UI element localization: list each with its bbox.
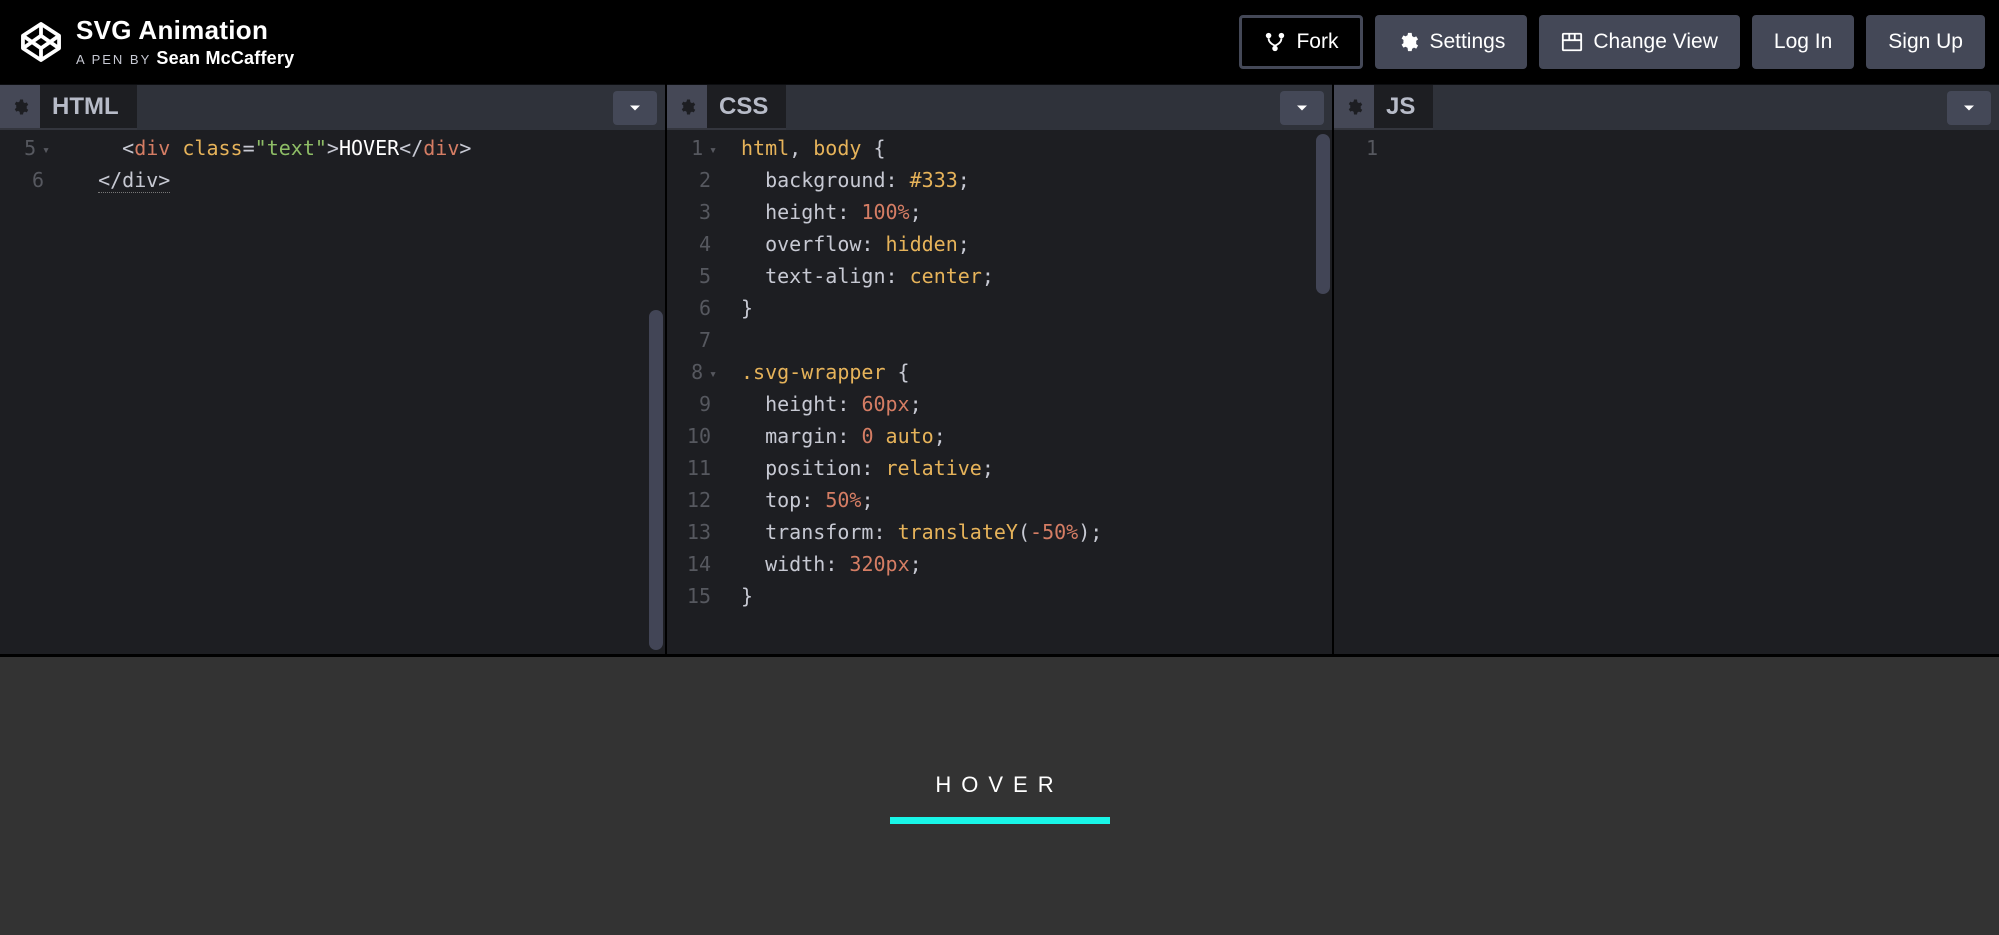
author-name[interactable]: Sean McCaffery	[156, 48, 294, 68]
code-html[interactable]: <div class="text">HOVER</div> </div>	[0, 130, 665, 196]
editor-header-html: HTML	[0, 84, 665, 130]
code-area-css[interactable]: 123456789101112131415 html, body { backg…	[667, 130, 1332, 654]
scrollbar-thumb[interactable]	[1316, 134, 1330, 294]
editor-lang-js: JS	[1386, 93, 1415, 121]
settings-button[interactable]: Settings	[1375, 15, 1527, 69]
code-js[interactable]	[1334, 130, 1999, 164]
change-view-button[interactable]: Change View	[1539, 15, 1740, 69]
svg-wrapper[interactable]: HOVER	[840, 766, 1160, 826]
editor-header-css: CSS	[667, 84, 1332, 130]
gutter-css: 123456789101112131415	[667, 130, 721, 612]
change-view-label: Change View	[1593, 30, 1718, 54]
fork-button[interactable]: Fork	[1239, 15, 1363, 69]
editors-row: HTML 56 <div class="text">HOVER</div> </…	[0, 84, 1999, 654]
fork-icon	[1264, 31, 1286, 53]
editor-lang-css: CSS	[719, 93, 768, 121]
code-area-html[interactable]: 56 <div class="text">HOVER</div> </div>	[0, 130, 665, 654]
gutter-js: 1	[1334, 130, 1388, 164]
editor-css: CSS 123456789101112131415 html, body { b…	[667, 84, 1334, 654]
app-header: SVG Animation A Pen by Sean McCaffery Fo…	[0, 0, 1999, 84]
pen-title[interactable]: SVG Animation	[76, 15, 294, 46]
signup-button[interactable]: Sign Up	[1866, 15, 1985, 69]
preview-pane[interactable]: HOVER	[0, 654, 1999, 935]
editor-settings-css[interactable]	[667, 85, 707, 128]
code-css[interactable]: html, body { background: #333; height: 1…	[667, 130, 1332, 612]
editor-title-html[interactable]: HTML	[0, 85, 137, 130]
settings-label: Settings	[1429, 30, 1505, 54]
editor-title-js[interactable]: JS	[1334, 85, 1433, 130]
layout-icon	[1561, 31, 1583, 53]
gear-icon	[1397, 31, 1419, 53]
editor-menu-js[interactable]	[1947, 91, 1991, 125]
scrollbar-thumb[interactable]	[649, 310, 663, 650]
editor-header-js: JS	[1334, 84, 1999, 130]
editor-menu-css[interactable]	[1280, 91, 1324, 125]
signup-label: Sign Up	[1888, 30, 1963, 54]
editor-js: JS 1	[1334, 84, 1999, 654]
fork-label: Fork	[1296, 30, 1338, 54]
header-left: SVG Animation A Pen by Sean McCaffery	[20, 15, 294, 69]
byline: A Pen by Sean McCaffery	[76, 48, 294, 69]
gutter-html: 56	[0, 130, 54, 196]
preview-text: HOVER	[840, 772, 1160, 798]
code-area-js[interactable]: 1	[1334, 130, 1999, 654]
editor-html: HTML 56 <div class="text">HOVER</div> </…	[0, 84, 667, 654]
by-label: A Pen by	[76, 52, 151, 67]
editor-lang-html: HTML	[52, 93, 119, 121]
editor-menu-html[interactable]	[613, 91, 657, 125]
editor-settings-html[interactable]	[0, 85, 40, 128]
codepen-logo-icon[interactable]	[20, 21, 62, 63]
login-label: Log In	[1774, 30, 1832, 54]
editor-settings-js[interactable]	[1334, 85, 1374, 128]
preview-underline	[890, 817, 1110, 824]
header-right: Fork Settings Change View Log In Sign Up	[1239, 15, 1985, 69]
title-block: SVG Animation A Pen by Sean McCaffery	[76, 15, 294, 69]
editor-title-css[interactable]: CSS	[667, 85, 786, 130]
login-button[interactable]: Log In	[1752, 15, 1854, 69]
